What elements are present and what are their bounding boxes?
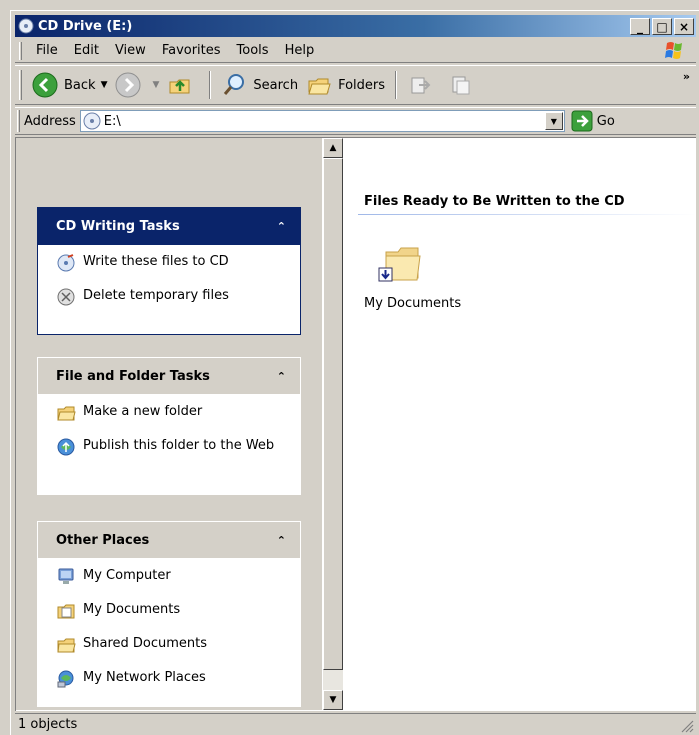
cd-drive-icon — [83, 112, 101, 130]
my-documents-link[interactable]: My Documents — [56, 601, 290, 621]
publish-web-icon — [57, 438, 75, 456]
my-network-places-link[interactable]: My Network Places — [56, 669, 290, 689]
move-to-icon — [411, 77, 431, 94]
forward-arrow-icon — [115, 72, 141, 98]
file-name: My Documents — [364, 296, 462, 311]
main-content: CD Writing Tasks ⌃ Write these files to … — [15, 137, 696, 711]
scroll-thumb[interactable] — [323, 158, 343, 670]
toolbar-overflow-button[interactable]: » — [683, 70, 690, 83]
cd-write-icon — [57, 254, 75, 272]
other-places-panel: Other Places ⌃ My Computer My Documents … — [37, 521, 301, 707]
delete-temp-files-icon — [57, 288, 75, 306]
windows-logo-icon — [665, 42, 682, 59]
maximize-button[interactable]: □ — [652, 18, 672, 35]
back-arrow-icon — [32, 72, 58, 98]
forward-button[interactable]: ▼ — [111, 69, 163, 101]
my-computer-icon — [58, 568, 74, 584]
menu-edit[interactable]: Edit — [66, 41, 107, 61]
up-button[interactable] — [163, 69, 203, 101]
menu-help[interactable]: Help — [277, 41, 323, 61]
folder-up-icon — [169, 79, 190, 94]
address-grip[interactable] — [17, 110, 20, 132]
folder-pending-icon — [378, 247, 421, 282]
toolbar-separator — [209, 71, 212, 99]
other-places-header[interactable]: Other Places ⌃ — [38, 522, 300, 559]
resize-grip-icon[interactable] — [680, 719, 694, 733]
go-button[interactable]: Go — [571, 110, 615, 132]
task-pane-scrollbar[interactable]: ▲ ▼ — [323, 138, 343, 710]
group-divider — [358, 214, 696, 215]
address-dropdown-button[interactable]: ▼ — [544, 112, 563, 130]
menu-view[interactable]: View — [107, 41, 154, 61]
search-icon — [224, 74, 245, 95]
search-button[interactable]: Search — [217, 69, 302, 101]
my-documents-icon — [57, 604, 75, 619]
file-folder-tasks-panel: File and Folder Tasks ⌃ Make a new folde… — [37, 357, 301, 495]
menu-tools[interactable]: Tools — [229, 41, 277, 61]
back-button[interactable]: Back ▼ — [28, 69, 111, 101]
group-header: Files Ready to Be Written to the CD — [364, 194, 625, 209]
network-places-icon — [57, 670, 74, 688]
collapse-chevron-icon[interactable]: ⌃ — [277, 220, 286, 233]
file-item-my-documents[interactable]: My Documents — [364, 242, 484, 311]
scroll-up-button[interactable]: ▲ — [323, 138, 343, 158]
address-value: E:\ — [103, 113, 121, 129]
back-dropdown-icon[interactable]: ▼ — [101, 80, 108, 90]
menu-bar: File Edit View Favorites Tools Help — [15, 39, 696, 63]
delete-temporary-files-link[interactable]: Delete temporary files — [56, 287, 290, 307]
file-list-pane: Files Ready to Be Written to the CD My D… — [344, 138, 696, 710]
minimize-button[interactable]: _ — [630, 18, 650, 35]
cd-writing-tasks-panel: CD Writing Tasks ⌃ Write these files to … — [37, 207, 301, 335]
scroll-down-button[interactable]: ▼ — [323, 690, 343, 710]
menu-grip[interactable] — [19, 41, 22, 60]
address-bar: Address E:\ ▼ Go — [15, 107, 696, 135]
publish-folder-to-web-link[interactable]: Publish this folder to the Web — [56, 437, 290, 457]
folders-icon — [308, 78, 331, 95]
forward-dropdown-icon[interactable]: ▼ — [152, 80, 159, 90]
address-input[interactable]: E:\ ▼ — [79, 110, 565, 132]
cd-writing-tasks-header[interactable]: CD Writing Tasks ⌃ — [38, 208, 300, 245]
my-computer-link[interactable]: My Computer — [56, 567, 290, 587]
address-label: Address — [24, 113, 76, 129]
close-button[interactable]: × — [674, 18, 694, 35]
make-new-folder-link[interactable]: Make a new folder — [56, 403, 290, 423]
file-folder-tasks-header[interactable]: File and Folder Tasks ⌃ — [38, 358, 300, 395]
toolbar-separator-2 — [395, 71, 398, 99]
menu-file[interactable]: File — [28, 41, 66, 61]
move-to-button[interactable] — [403, 69, 443, 101]
window-title: CD Drive (E:) — [38, 18, 133, 34]
folders-button[interactable]: Folders — [302, 69, 389, 101]
cd-drive-icon — [18, 18, 34, 34]
new-folder-icon — [57, 406, 76, 421]
shared-documents-icon — [57, 638, 76, 653]
status-bar: 1 objects — [15, 713, 696, 735]
status-text: 1 objects — [18, 717, 78, 732]
title-bar[interactable]: CD Drive (E:) _ □ × — [15, 15, 696, 37]
menu-favorites[interactable]: Favorites — [154, 41, 229, 61]
go-arrow-icon — [571, 110, 593, 132]
explorer-window: CD Drive (E:) _ □ × File Edit View Favor… — [10, 10, 699, 735]
copy-to-icon — [452, 76, 470, 95]
collapse-chevron-icon[interactable]: ⌃ — [277, 370, 286, 383]
write-files-to-cd-link[interactable]: Write these files to CD — [56, 253, 290, 273]
toolbar-grip[interactable] — [19, 70, 22, 100]
standard-toolbar: Back ▼ ▼ Search Folders » — [15, 65, 696, 105]
shared-documents-link[interactable]: Shared Documents — [56, 635, 290, 655]
copy-to-button[interactable] — [443, 69, 483, 101]
collapse-chevron-icon[interactable]: ⌃ — [277, 534, 286, 547]
